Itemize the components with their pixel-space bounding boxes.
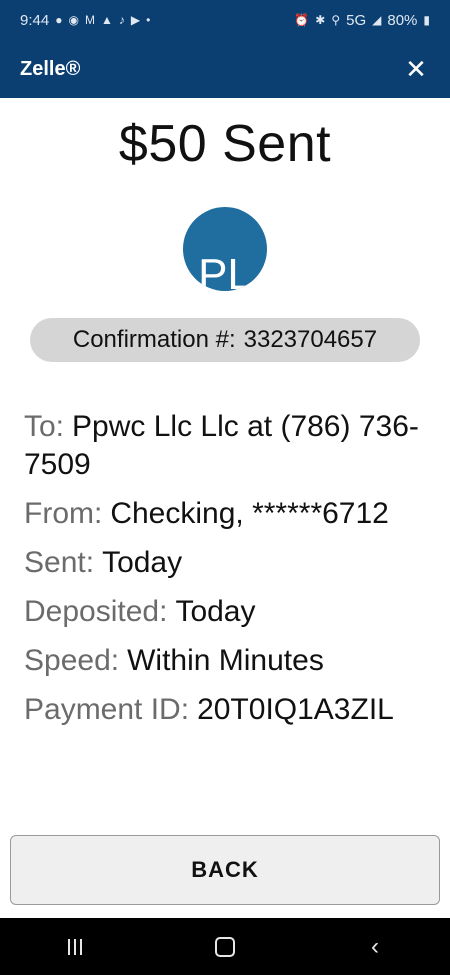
- from-label: From:: [24, 497, 103, 530]
- speed-label: Speed:: [24, 644, 120, 677]
- to-label: To:: [24, 410, 65, 443]
- confirmation-label: Confirmation #:: [72, 326, 236, 353]
- payment-details: To: Ppwc Llc Llc at (786) 736-7509 From: C…: [24, 408, 434, 740]
- maps-icon: ▲: [100, 13, 113, 27]
- system-nav-bar: ‹: [0, 918, 450, 975]
- detail-row-payment-id: Payment ID: 20T0IQ1A3ZIL: [24, 691, 434, 729]
- battery-label: 80%: [387, 11, 418, 29]
- detail-row-deposited: Deposited: Today: [24, 593, 434, 631]
- chat-icon: ●: [55, 13, 63, 27]
- payment-id-value: 20T0IQ1A3ZIL: [197, 693, 394, 726]
- messenger-icon: ◉: [68, 13, 79, 27]
- speed-value: Within Minutes: [127, 644, 324, 677]
- status-right: ⏰ ✱ ⚲ 5G ◢ 80% ▮: [294, 12, 430, 29]
- sent-label: Sent:: [24, 546, 95, 579]
- back-button[interactable]: BACK: [10, 835, 440, 905]
- close-button[interactable]: ✕: [400, 53, 432, 85]
- network-label: 5G: [346, 11, 367, 29]
- status-time: 9:44: [20, 11, 50, 29]
- from-value: Checking, ******6712: [110, 497, 389, 530]
- detail-row-to: To: Ppwc Llc Llc at (786) 736-7509: [24, 408, 434, 484]
- chevron-left-icon: ‹: [371, 932, 379, 960]
- battery-icon: ▮: [423, 13, 430, 27]
- deposited-label: Deposited:: [24, 595, 168, 628]
- youtube-icon: ▶: [130, 13, 141, 27]
- detail-row-from: From: Checking, ******6712: [24, 495, 434, 533]
- alarm-icon: ⏰: [294, 13, 310, 27]
- to-value: Ppwc Llc Llc at (786) 736-7509: [24, 410, 419, 481]
- amount-title: $50 Sent: [118, 115, 332, 173]
- status-bar: 9:44 ● ◉ M ▲ ♪ ▶ • ⏰ ✱ ⚲ 5G ◢ 80% ▮: [0, 0, 450, 40]
- avatar: PL: [183, 207, 267, 291]
- tiktok-icon: ♪: [118, 13, 125, 27]
- app-bar: Zelle® ✕: [0, 40, 450, 98]
- sent-value: Today: [102, 546, 183, 579]
- signal-icon: ◢: [372, 13, 382, 27]
- app-title: Zelle®: [20, 57, 81, 80]
- close-icon: ✕: [405, 53, 427, 84]
- gmail-icon: M: [84, 13, 95, 27]
- bluetooth-icon: ✱: [315, 13, 326, 27]
- status-left: 9:44 ● ◉ M ▲ ♪ ▶ •: [20, 12, 150, 29]
- detail-row-speed: Speed: Within Minutes: [24, 642, 434, 680]
- confirmation-number: 3323704657: [243, 326, 378, 353]
- detail-row-sent: Sent: Today: [24, 544, 434, 582]
- top-bar: 9:44 ● ◉ M ▲ ♪ ▶ • ⏰ ✱ ⚲ 5G ◢ 80% ▮ Zell…: [0, 0, 450, 98]
- home-icon: [215, 936, 235, 957]
- recent-apps-button[interactable]: [45, 938, 105, 955]
- nav-back-button[interactable]: ‹: [345, 933, 405, 961]
- payment-id-label: Payment ID:: [24, 693, 190, 726]
- confirmation-badge: Confirmation #: 3323704657: [30, 318, 420, 362]
- home-button[interactable]: [195, 936, 255, 957]
- avatar-initials: PL: [198, 250, 252, 292]
- dot-icon: •: [146, 13, 151, 27]
- recent-apps-icon: [45, 938, 105, 955]
- location-icon: ⚲: [331, 13, 341, 27]
- deposited-value: Today: [175, 595, 256, 628]
